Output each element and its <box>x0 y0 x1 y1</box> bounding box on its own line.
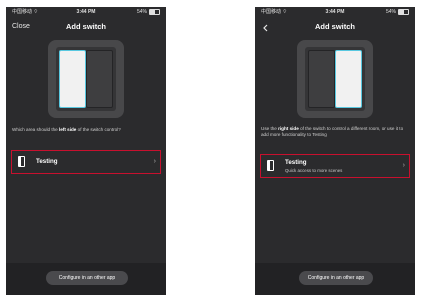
screen-right: 中国移动 ⌔ 3:44 PM 54% Add switch Use the ri… <box>255 7 415 295</box>
nav-bar: Close Add switch <box>6 19 166 35</box>
battery-icon <box>398 8 409 15</box>
room-option-testing[interactable]: Testing Quick access to more scenes › <box>260 154 410 178</box>
room-name: Testing <box>285 159 307 166</box>
page-title: Add switch <box>65 22 106 31</box>
battery-indicator: 54% <box>137 7 160 18</box>
switch-icon <box>267 160 274 171</box>
instruction-text: Use the right side of the switch to cont… <box>261 126 404 137</box>
right-rocker <box>86 50 113 108</box>
question-text: Which area should the left side of the s… <box>12 127 121 132</box>
battery-indicator: 54% <box>386 7 409 18</box>
right-rocker-selected <box>335 50 362 108</box>
switch-icon <box>18 156 25 167</box>
chevron-right-icon: › <box>402 162 405 169</box>
status-bar: 中国移动 ⌔ 3:44 PM 54% <box>255 7 415 18</box>
screen-left: 中国移动 ⌔ 3:44 PM 54% Close Add switch Whic… <box>6 7 166 295</box>
room-subtitle: Quick access to more scenes <box>285 168 343 173</box>
room-option-testing[interactable]: Testing › <box>11 150 161 174</box>
nav-bar: Add switch <box>255 19 415 35</box>
configure-other-app-button[interactable]: Configure in an other app <box>46 271 128 285</box>
left-rocker-selected <box>59 50 86 108</box>
chevron-right-icon: › <box>153 158 156 165</box>
page-title: Add switch <box>314 22 355 31</box>
left-rocker <box>308 50 335 108</box>
battery-icon <box>149 8 160 15</box>
room-name: Testing <box>36 158 58 165</box>
configure-other-app-button[interactable]: Configure in an other app <box>299 271 373 285</box>
status-bar: 中国移动 ⌔ 3:44 PM 54% <box>6 7 166 18</box>
